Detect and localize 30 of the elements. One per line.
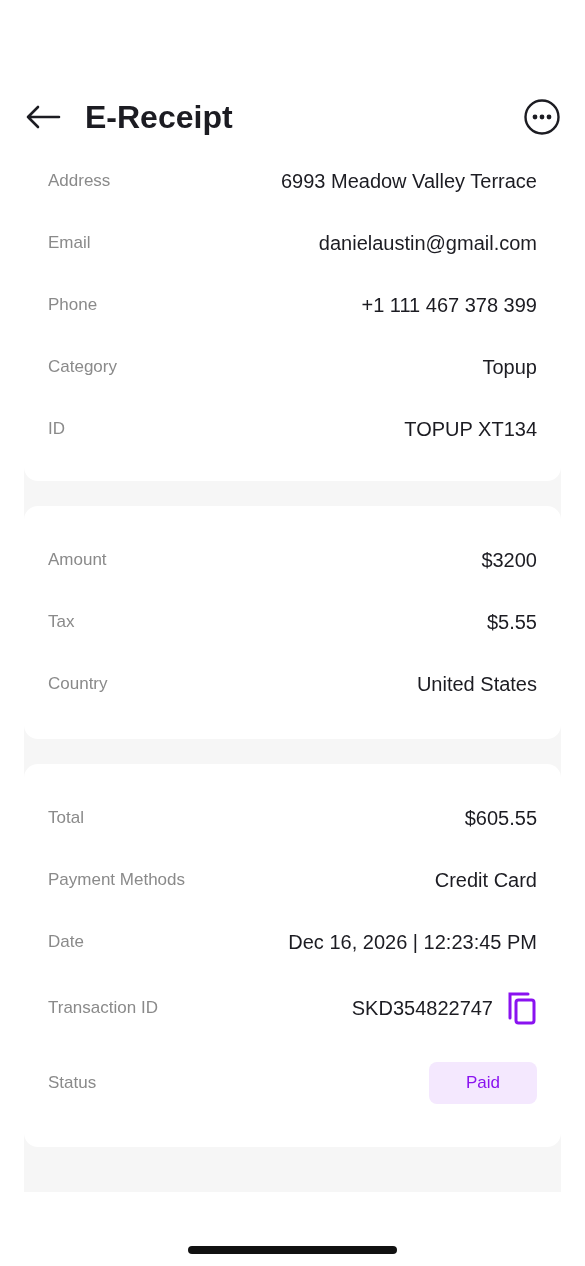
field-label: Total <box>48 808 84 828</box>
field-value: Credit Card <box>434 868 537 892</box>
field-label: Amount <box>48 550 107 570</box>
back-arrow-icon[interactable] <box>25 105 61 129</box>
status-badge: Paid <box>429 1062 537 1104</box>
field-value: danielaustin@gmail.com <box>318 231 537 255</box>
field-value: TOPUP XT134 <box>404 417 537 441</box>
field-label: Category <box>48 357 117 377</box>
field-value: 6993 Meadow Valley Terrace <box>280 169 537 193</box>
field-value: $5.55 <box>486 610 537 634</box>
field-label: Address <box>48 171 111 191</box>
field-value: $3200 <box>481 548 537 572</box>
field-value: SKD354822747 <box>351 996 493 1020</box>
field-label: Email <box>48 233 91 253</box>
field-value: Dec 16, 2026 | 12:23:45 PM <box>288 930 537 954</box>
field-label: ID <box>48 419 65 439</box>
page-title: E-Receipt <box>85 98 234 136</box>
more-icon[interactable] <box>524 99 560 135</box>
field-label: Date <box>48 932 84 952</box>
field-value: Topup <box>482 355 537 379</box>
copy-icon[interactable] <box>507 991 537 1025</box>
field-label: Tax <box>48 612 75 632</box>
field-value: +1 111 467 378 399 <box>361 293 537 317</box>
field-label: Payment Methods <box>48 870 185 890</box>
field-label: Country <box>48 674 108 694</box>
field-value: United States <box>416 672 537 696</box>
field-label: Phone <box>48 295 98 315</box>
field-label: Status <box>48 1073 97 1093</box>
field-label: Transaction ID <box>48 998 158 1018</box>
field-value: $605.55 <box>464 806 537 830</box>
